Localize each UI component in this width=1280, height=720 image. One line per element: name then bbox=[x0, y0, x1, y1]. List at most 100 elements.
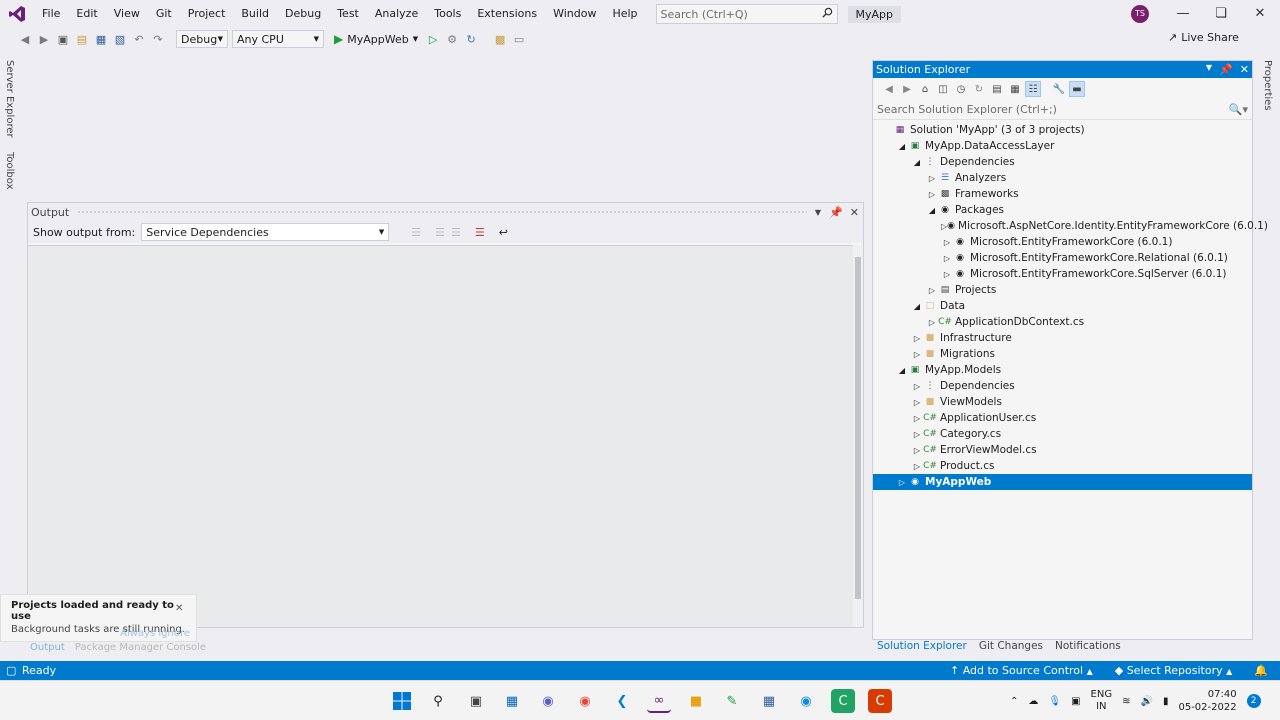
wifi-icon[interactable]: ≋ bbox=[1122, 696, 1130, 707]
menu-view[interactable]: View bbox=[106, 3, 148, 25]
browser-link-icon[interactable]: ▩ bbox=[491, 30, 509, 48]
clock[interactable]: 07:40 05-02-2022 bbox=[1178, 688, 1236, 714]
server-explorer-tab[interactable]: Server Explorer bbox=[0, 56, 19, 142]
navigate-forward-icon[interactable]: ▶ bbox=[35, 30, 53, 48]
expand-triangle-icon[interactable]: ◢ bbox=[911, 158, 923, 167]
scrollbar-thumb[interactable] bbox=[855, 257, 861, 599]
onedrive-icon[interactable]: ☁ bbox=[1028, 696, 1038, 707]
next-message-icon[interactable]: ☰ bbox=[451, 226, 461, 239]
chrome-icon[interactable]: ◉ bbox=[573, 689, 597, 713]
properties-wrench-icon[interactable]: 🔧 bbox=[1051, 81, 1067, 97]
collapse-triangle-icon[interactable]: ▷ bbox=[941, 270, 953, 279]
menu-help[interactable]: Help bbox=[604, 3, 645, 25]
windows-start-icon[interactable] bbox=[390, 689, 414, 713]
collapse-triangle-icon[interactable]: ▷ bbox=[911, 334, 923, 343]
toast-close-icon[interactable]: ✕ bbox=[175, 603, 183, 614]
find-message-icon[interactable]: ☰ bbox=[411, 226, 421, 239]
menu-project[interactable]: Project bbox=[180, 3, 234, 25]
switch-views-icon[interactable]: ◫ bbox=[935, 81, 951, 97]
menu-edit[interactable]: Edit bbox=[68, 3, 105, 25]
new-project-icon[interactable]: ▣ bbox=[54, 30, 72, 48]
collapse-triangle-icon[interactable]: ▷ bbox=[911, 398, 923, 407]
tree-item[interactable]: ◢ ▣ MyApp.Models bbox=[873, 362, 1252, 378]
tree-item[interactable]: ▷ ⋮ Dependencies bbox=[873, 378, 1252, 394]
collapse-triangle-icon[interactable]: ▷ bbox=[896, 478, 908, 487]
tab-git-changes[interactable]: Git Changes bbox=[979, 640, 1043, 652]
close-icon[interactable]: ✕ bbox=[1241, 0, 1279, 28]
tree-item[interactable]: ▷ ■ Infrastructure bbox=[873, 330, 1252, 346]
window-position-icon[interactable]: ▼ bbox=[815, 208, 821, 217]
tree-item[interactable]: ▷ C# ApplicationDbContext.cs bbox=[873, 314, 1252, 330]
pin-icon[interactable]: 📌 bbox=[829, 206, 843, 219]
preview-selected-icon[interactable]: ▬ bbox=[1069, 81, 1085, 97]
toolbox-tab[interactable]: Toolbox bbox=[0, 148, 19, 194]
output-text-area[interactable] bbox=[28, 245, 853, 627]
tab-package-manager-console[interactable]: Package Manager Console bbox=[75, 642, 206, 653]
collapse-triangle-icon[interactable]: ▷ bbox=[911, 462, 923, 471]
collapse-triangle-icon[interactable]: ▷ bbox=[926, 318, 938, 327]
tab-output[interactable]: Output bbox=[30, 642, 65, 653]
task-view-icon[interactable]: ▣ bbox=[464, 689, 488, 713]
tree-item[interactable]: ▷ C# Category.cs bbox=[873, 426, 1252, 442]
properties-tab[interactable]: Properties bbox=[1258, 56, 1277, 115]
sync-with-active-document-icon[interactable]: ☷ bbox=[1025, 81, 1041, 97]
tree-item[interactable]: ▷ ▤ Projects bbox=[873, 282, 1252, 298]
minimize-icon[interactable]: — bbox=[1164, 0, 1202, 28]
output-source-select[interactable]: Service Dependencies ▼ bbox=[141, 223, 390, 241]
forward-icon[interactable]: ▶ bbox=[899, 81, 915, 97]
live-share-button[interactable]: ↗ Live Share bbox=[1168, 31, 1239, 44]
collapse-triangle-icon[interactable]: ▷ bbox=[911, 430, 923, 439]
tree-item[interactable]: ▦ Solution 'MyApp' (3 of 3 projects) bbox=[873, 122, 1252, 138]
camtasia-icon[interactable]: C bbox=[831, 689, 855, 713]
collapse-triangle-icon[interactable]: ▷ bbox=[911, 382, 923, 391]
collapse-triangle-icon[interactable]: ▷ bbox=[926, 174, 938, 183]
collapse-triangle-icon[interactable]: ▷ bbox=[941, 254, 953, 263]
notepad-icon[interactable]: ✎ bbox=[720, 689, 744, 713]
show-all-files-icon[interactable]: ▦ bbox=[1007, 81, 1023, 97]
tree-item[interactable]: ▷ ■ ViewModels bbox=[873, 394, 1252, 410]
notification-bell-icon[interactable]: 🔔 bbox=[1254, 664, 1268, 677]
solution-platform-select[interactable]: Any CPU ▼ bbox=[232, 30, 324, 48]
global-search-input[interactable]: Search (Ctrl+Q) bbox=[655, 4, 838, 24]
sync-icon[interactable]: ↻ bbox=[971, 81, 987, 97]
always-ignore-link[interactable]: Always ignore bbox=[120, 628, 190, 639]
calculator-icon[interactable]: ▦ bbox=[757, 689, 781, 713]
edge-icon[interactable]: ◉ bbox=[794, 689, 818, 713]
tree-item[interactable]: ▷ C# ErrorViewModel.cs bbox=[873, 442, 1252, 458]
save-icon[interactable]: ▦ bbox=[92, 30, 110, 48]
redo-icon[interactable]: ↷ bbox=[149, 30, 167, 48]
tree-item[interactable]: ▷ ■ Migrations bbox=[873, 346, 1252, 362]
tree-item[interactable]: ◢ ◉ Packages bbox=[873, 202, 1252, 218]
add-to-source-control-button[interactable]: ↑ Add to Source Control ▲ bbox=[950, 664, 1093, 677]
menu-analyze[interactable]: Analyze bbox=[367, 3, 426, 25]
prev-message-icon[interactable]: ☰ bbox=[435, 226, 445, 239]
collapse-all-icon[interactable]: ▤ bbox=[989, 81, 1005, 97]
tree-item[interactable]: ▷ ◉ Microsoft.EntityFrameworkCore.SqlServe… bbox=[873, 266, 1252, 282]
expand-triangle-icon[interactable]: ◢ bbox=[926, 206, 938, 215]
collapse-triangle-icon[interactable]: ▷ bbox=[911, 414, 923, 423]
layout-icon[interactable]: ▭ bbox=[510, 30, 528, 48]
select-repository-button[interactable]: ◆ Select Repository ▲ bbox=[1115, 664, 1233, 677]
user-avatar[interactable]: TS bbox=[1131, 5, 1149, 23]
tree-item[interactable]: ▷ ▩ Frameworks bbox=[873, 186, 1252, 202]
save-all-icon[interactable]: ▧ bbox=[111, 30, 129, 48]
home-icon[interactable]: ⌂ bbox=[917, 81, 933, 97]
battery-icon[interactable]: ▮ bbox=[1163, 696, 1169, 707]
volume-icon[interactable]: 🔊 bbox=[1141, 696, 1153, 707]
collapse-triangle-icon[interactable]: ▷ bbox=[911, 446, 923, 455]
tree-item[interactable]: ▷ ◉ MyAppWeb bbox=[873, 474, 1252, 490]
expand-triangle-icon[interactable]: ◢ bbox=[911, 302, 923, 311]
undo-icon[interactable]: ↶ bbox=[130, 30, 148, 48]
window-position-icon[interactable]: ▼ bbox=[1206, 63, 1212, 76]
notification-count-badge[interactable]: 2 bbox=[1246, 694, 1261, 708]
menu-file[interactable]: File bbox=[34, 3, 68, 25]
menu-window[interactable]: Window bbox=[545, 3, 604, 25]
collapse-triangle-icon[interactable]: ▷ bbox=[926, 190, 938, 199]
widgets-icon[interactable]: ▦ bbox=[500, 689, 524, 713]
solution-explorer-search-input[interactable]: Search Solution Explorer (Ctrl+;) 🔍▾ bbox=[873, 100, 1252, 120]
menu-build[interactable]: Build bbox=[233, 3, 277, 25]
refresh-icon[interactable]: ↻ bbox=[462, 30, 480, 48]
clear-all-icon[interactable]: ☰ bbox=[475, 226, 485, 239]
collapse-triangle-icon[interactable]: ▷ bbox=[926, 286, 938, 295]
tree-item[interactable]: ▷ C# ApplicationUser.cs bbox=[873, 410, 1252, 426]
